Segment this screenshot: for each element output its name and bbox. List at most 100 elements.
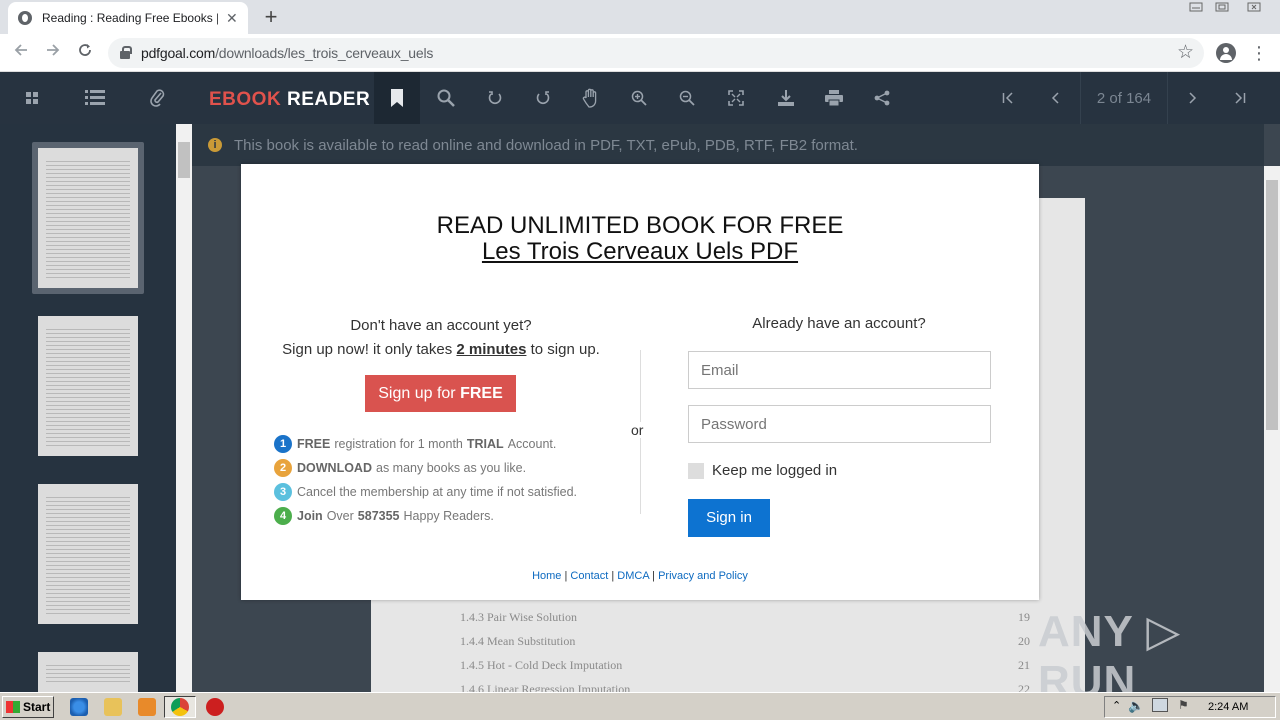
explorer-folder-icon[interactable] (104, 698, 122, 716)
network-icon[interactable] (1152, 698, 1168, 712)
share-icon[interactable] (870, 72, 894, 124)
reader-toolbar: EBOOK READER 2 of 164 (0, 72, 1280, 124)
footer-separator: | (611, 570, 615, 582)
stop-icon[interactable] (206, 698, 224, 716)
media-player-icon[interactable] (138, 698, 156, 716)
action-center-flag-icon[interactable]: ⚑ (1178, 698, 1189, 712)
restore-icon[interactable] (1210, 0, 1234, 18)
outline-list-icon[interactable] (82, 72, 108, 124)
sidebar-scrollbar-thumb[interactable] (178, 142, 190, 178)
url-host: pdfgoal.com (141, 45, 216, 61)
signup-subtext-pre: Sign up now! it only takes (282, 341, 453, 358)
download-icon[interactable] (774, 72, 798, 124)
feature-number-badge: 2 (274, 459, 292, 477)
globe-icon (18, 11, 32, 25)
page-indicator[interactable]: 2 of 164 (1080, 72, 1168, 124)
tab-close-icon[interactable]: ✕ (226, 10, 238, 27)
sidebar-scrollbar[interactable] (176, 124, 192, 692)
signup-free-button[interactable]: Sign up for FREE (365, 375, 516, 412)
page-thumbnail[interactable] (38, 148, 138, 288)
feature-number-badge: 4 (274, 507, 292, 525)
minimize-icon[interactable] (1184, 0, 1208, 18)
feature-text: as many books as you like. (376, 461, 527, 475)
keep-logged-checkbox[interactable] (688, 462, 704, 479)
feature-text: Happy Readers. (403, 509, 494, 523)
signup-modal: READ UNLIMITED BOOK FOR FREE Les Trois C… (241, 164, 1039, 600)
modal-subtitle: Les Trois Cerveaux Uels PDF (241, 238, 1039, 266)
feature-text: Over (326, 509, 354, 523)
forward-arrow-icon[interactable] (40, 40, 66, 66)
tab-strip: Reading : Reading Free Ebooks | PDF ✕ + (0, 0, 1280, 34)
sign-in-button[interactable]: Sign in (688, 499, 770, 537)
omnibox[interactable]: pdfgoal.com/downloads/les_trois_cerveaux… (108, 38, 1204, 68)
bookmark-star-icon[interactable]: ☆ (1177, 41, 1194, 64)
feature-text: registration for 1 month (334, 437, 463, 451)
url-text[interactable]: pdfgoal.com/downloads/les_trois_cerveaux… (141, 45, 433, 61)
modal-title: READ UNLIMITED BOOK FOR FREE (436, 212, 844, 239)
format-notice-text: This book is available to read online an… (234, 136, 858, 154)
back-arrow-icon[interactable] (8, 40, 34, 66)
feature-bold: FREE (297, 437, 331, 451)
ie-icon[interactable] (70, 698, 88, 716)
first-page-icon[interactable] (996, 72, 1020, 124)
grid-view-icon[interactable] (20, 72, 44, 124)
format-notice-bar: i This book is available to read online … (192, 124, 1264, 166)
or-separator: or (631, 422, 644, 438)
windows-taskbar: Start ⌃ 🔈 ⚑ 2:24 AM (0, 692, 1280, 720)
volume-icon[interactable]: 🔈 (1128, 698, 1144, 714)
reload-icon[interactable] (72, 40, 98, 66)
start-button[interactable]: Start (2, 696, 54, 718)
signup-subtext-bold: 2 minutes (456, 341, 527, 358)
menu-kebab-icon[interactable]: ⋮ (1250, 41, 1268, 65)
window-close-icon[interactable] (1236, 0, 1272, 18)
keep-logged-label: Keep me logged in (712, 462, 838, 479)
address-bar-row: pdfgoal.com/downloads/les_trois_cerveaux… (0, 34, 1280, 72)
page-thumbnail[interactable] (38, 484, 138, 624)
windows-logo-icon (6, 701, 20, 713)
toc-line: 1.4.6 Linear Regression Imputation 22 (460, 682, 1030, 696)
email-field[interactable] (688, 351, 991, 389)
next-page-icon[interactable] (1180, 72, 1204, 124)
dmca-link[interactable]: DMCA (617, 570, 649, 582)
profile-icon[interactable] (1216, 43, 1236, 63)
search-icon[interactable] (434, 72, 458, 124)
zoom-out-icon[interactable] (676, 72, 698, 124)
contact-link[interactable]: Contact (570, 570, 608, 582)
attachment-icon[interactable] (146, 72, 170, 124)
hand-tool-icon[interactable] (580, 72, 602, 124)
page-thumbnail[interactable] (38, 316, 138, 456)
login-question: Already have an account? (752, 315, 926, 332)
privacy-link[interactable]: Privacy and Policy (658, 570, 748, 582)
rotate-right-icon[interactable] (532, 72, 554, 124)
fullscreen-icon[interactable] (724, 72, 748, 124)
zoom-in-icon[interactable] (628, 72, 650, 124)
footer-separator: | (564, 570, 568, 582)
taskbar-clock[interactable]: 2:24 AM (1208, 701, 1248, 713)
rotate-left-icon[interactable] (484, 72, 506, 124)
browser-tab[interactable]: Reading : Reading Free Ebooks | PDF ✕ (8, 2, 248, 34)
last-page-icon[interactable] (1228, 72, 1252, 124)
brand-part-ebook: EBOOK (209, 89, 282, 110)
keep-logged-in[interactable]: Keep me logged in (688, 462, 837, 479)
viewer-scrollbar-thumb[interactable] (1266, 180, 1278, 430)
feature-item: 1 FREE registration for 1 month TRIAL Accoun… (274, 432, 634, 456)
password-field[interactable] (688, 405, 991, 443)
signup-button-bold: FREE (460, 385, 503, 402)
previous-page-icon[interactable] (1044, 72, 1068, 124)
start-label: Start (23, 700, 51, 714)
toc-line: 1.4.3 Pair Wise Solution 19 (460, 610, 1030, 624)
page-thumbnail[interactable] (38, 652, 138, 692)
tray-expand-icon[interactable]: ⌃ (1112, 699, 1121, 712)
signup-subtext-post: to sign up. (530, 341, 600, 358)
home-link[interactable]: Home (532, 570, 561, 582)
feature-item: 4 Join Over 587355 Happy Readers. (274, 504, 634, 528)
feature-item: 3 Cancel the membership at any time if no… (274, 480, 634, 504)
print-icon[interactable] (822, 72, 846, 124)
feature-number-badge: 1 (274, 435, 292, 453)
tab-title: Reading : Reading Free Ebooks | PDF (42, 11, 218, 25)
new-tab-button[interactable]: + (260, 4, 282, 29)
toc-line-text: 1.4.3 Pair Wise Solution (460, 610, 577, 624)
feature-bold: 587355 (357, 509, 400, 523)
toc-line-text: 1.4.4 Mean Substitution (460, 634, 576, 648)
feature-item: 2 DOWNLOAD as many books as you like. (274, 456, 634, 480)
